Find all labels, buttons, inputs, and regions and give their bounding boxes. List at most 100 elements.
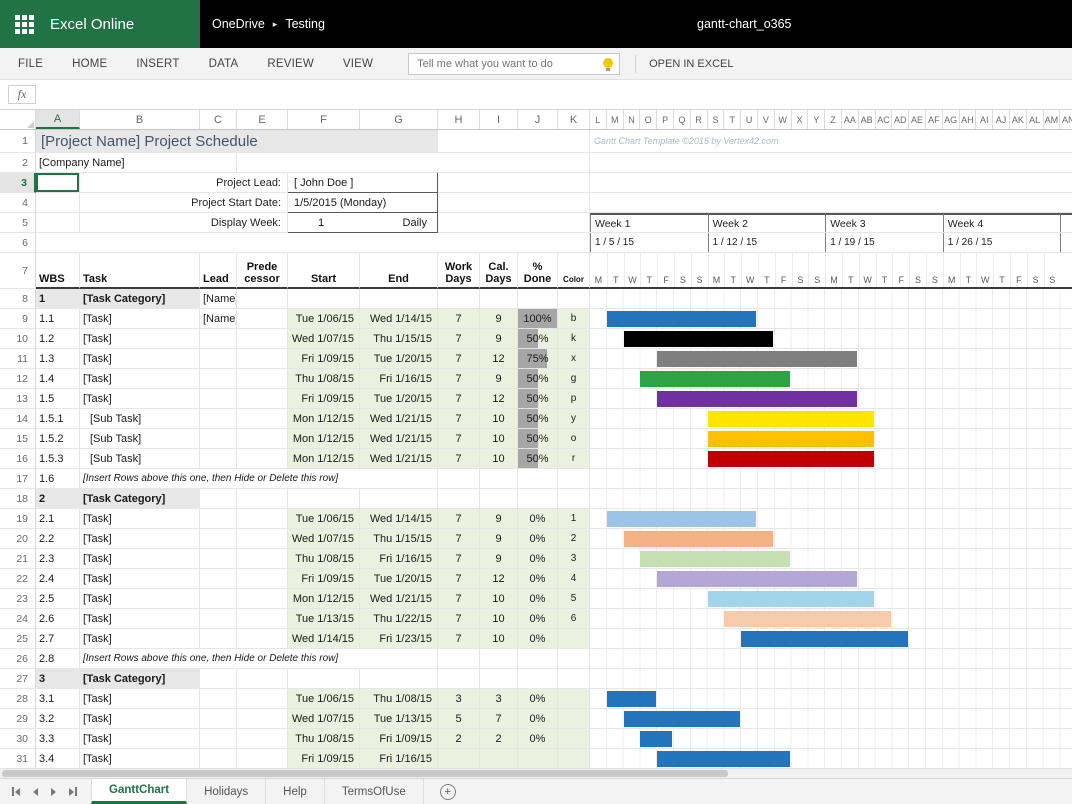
cell-A11[interactable]: 1.3 — [36, 349, 80, 369]
cell-J18[interactable] — [518, 489, 558, 509]
cell-H11[interactable]: 7 — [438, 349, 480, 369]
column-header-AH[interactable]: AH — [960, 110, 977, 129]
cell-K22[interactable]: 4 — [558, 569, 590, 589]
cell-F27[interactable] — [288, 669, 360, 689]
cell-A18[interactable]: 2 — [36, 489, 80, 509]
cell-J28[interactable]: 0% — [518, 689, 558, 709]
cell-E13[interactable] — [237, 389, 288, 409]
gantt-bar-2.1[interactable] — [607, 511, 757, 527]
select-all-corner[interactable] — [0, 110, 36, 129]
cell-B26[interactable]: [Insert Rows above this one, then Hide o… — [80, 649, 438, 669]
column-header-AK[interactable]: AK — [1010, 110, 1027, 129]
cell-A22[interactable]: 2.4 — [36, 569, 80, 589]
cell-K14[interactable]: y — [558, 409, 590, 429]
cell-H3[interactable] — [438, 173, 590, 193]
gantt-row-20[interactable] — [590, 529, 1072, 549]
open-in-excel-button[interactable]: OPEN IN EXCEL — [649, 58, 733, 70]
cell-F28[interactable]: Tue 1/06/15 — [288, 689, 360, 709]
cell-A2[interactable]: [Company Name] — [36, 153, 237, 173]
gantt-row-9[interactable] — [590, 309, 1072, 329]
gantt-row-8[interactable] — [590, 289, 1072, 309]
cell-J14[interactable]: 50% — [518, 409, 558, 429]
cell-J27[interactable] — [518, 669, 558, 689]
gantt-row-11[interactable] — [590, 349, 1072, 369]
ribbon-tab-home[interactable]: HOME — [72, 58, 107, 70]
cell-K20[interactable]: 2 — [558, 529, 590, 549]
cell-A16[interactable]: 1.5.3 — [36, 449, 80, 469]
cell-B17[interactable]: [Insert Rows above this one, then Hide o… — [80, 469, 438, 489]
cell-J11[interactable]: 75% — [518, 349, 558, 369]
cell-J19[interactable]: 0% — [518, 509, 558, 529]
cell-E16[interactable] — [237, 449, 288, 469]
cell-A23[interactable]: 2.5 — [36, 589, 80, 609]
sheet-tab-ganttchart[interactable]: GanttChart — [91, 779, 187, 804]
cell-E23[interactable] — [237, 589, 288, 609]
cell-J13[interactable]: 50% — [518, 389, 558, 409]
row-header-11[interactable]: 11 — [0, 349, 36, 369]
cell-I19[interactable]: 9 — [480, 509, 518, 529]
column-header-O[interactable]: O — [640, 110, 657, 129]
cell-C24[interactable] — [200, 609, 237, 629]
column-header-A[interactable]: A — [36, 110, 80, 129]
cell-C11[interactable] — [200, 349, 237, 369]
cell-K8[interactable] — [558, 289, 590, 309]
cell-G31[interactable]: Fri 1/16/15 — [360, 749, 438, 768]
gantt-bar-3.4[interactable] — [657, 751, 790, 767]
gantt-row-19[interactable] — [590, 509, 1072, 529]
gantt-row-7[interactable]: MTWTFSSMTWTFSSMTWTFSSMTWTFSS — [590, 253, 1072, 289]
cell-E29[interactable] — [237, 709, 288, 729]
tellme-input[interactable] — [408, 53, 620, 75]
cell-F22[interactable]: Fri 1/09/15 — [288, 569, 360, 589]
column-header-AF[interactable]: AF — [926, 110, 943, 129]
cell-H25[interactable]: 7 — [438, 629, 480, 649]
cell-G9[interactable]: Wed 1/14/15 — [360, 309, 438, 329]
row-header-9[interactable]: 9 — [0, 309, 36, 329]
row-header-2[interactable]: 2 — [0, 153, 36, 173]
cell-H19[interactable]: 7 — [438, 509, 480, 529]
gantt-bar-1.1[interactable] — [607, 311, 757, 327]
first-sheet-button[interactable] — [12, 787, 20, 796]
cell-E10[interactable] — [237, 329, 288, 349]
cell-H29[interactable]: 5 — [438, 709, 480, 729]
cell-F23[interactable]: Mon 1/12/15 — [288, 589, 360, 609]
last-sheet-button[interactable] — [69, 787, 77, 796]
gantt-row-3[interactable] — [590, 173, 1072, 193]
cell-K31[interactable] — [558, 749, 590, 768]
cell-C16[interactable] — [200, 449, 237, 469]
add-sheet-button[interactable]: + — [440, 784, 456, 800]
cell-E28[interactable] — [237, 689, 288, 709]
sheet-tab-holidays[interactable]: Holidays — [187, 779, 266, 804]
cell-C13[interactable] — [200, 389, 237, 409]
cell-K23[interactable]: 5 — [558, 589, 590, 609]
cell-K10[interactable]: k — [558, 329, 590, 349]
cell-K28[interactable] — [558, 689, 590, 709]
cell-E31[interactable] — [237, 749, 288, 768]
header-predecessor[interactable]: Prede cessor — [237, 253, 288, 289]
cell-A29[interactable]: 3.2 — [36, 709, 80, 729]
cell-K16[interactable]: r — [558, 449, 590, 469]
cell-E19[interactable] — [237, 509, 288, 529]
cell-H28[interactable]: 3 — [438, 689, 480, 709]
gantt-row-14[interactable] — [590, 409, 1072, 429]
cell-A24[interactable]: 2.6 — [36, 609, 80, 629]
cell-G21[interactable]: Fri 1/16/15 — [360, 549, 438, 569]
cell-I22[interactable]: 12 — [480, 569, 518, 589]
column-header-Y[interactable]: Y — [808, 110, 825, 129]
cell-I31[interactable] — [480, 749, 518, 768]
row-header-31[interactable]: 31 — [0, 749, 36, 768]
cell-H21[interactable]: 7 — [438, 549, 480, 569]
header-task[interactable]: Task — [80, 253, 200, 289]
cell-I24[interactable]: 10 — [480, 609, 518, 629]
cell-C22[interactable] — [200, 569, 237, 589]
cell-F11[interactable]: Fri 1/09/15 — [288, 349, 360, 369]
column-header-AA[interactable]: AA — [842, 110, 859, 129]
cell-J30[interactable]: 0% — [518, 729, 558, 749]
column-header-AI[interactable]: AI — [976, 110, 993, 129]
gantt-row-4[interactable] — [590, 193, 1072, 213]
gantt-row-24[interactable] — [590, 609, 1072, 629]
cell-A26[interactable]: 2.8 — [36, 649, 80, 669]
cell-I9[interactable]: 9 — [480, 309, 518, 329]
header-color[interactable]: Color — [558, 253, 590, 289]
header-work-days[interactable]: Work Days — [438, 253, 480, 289]
cell-H8[interactable] — [438, 289, 480, 309]
